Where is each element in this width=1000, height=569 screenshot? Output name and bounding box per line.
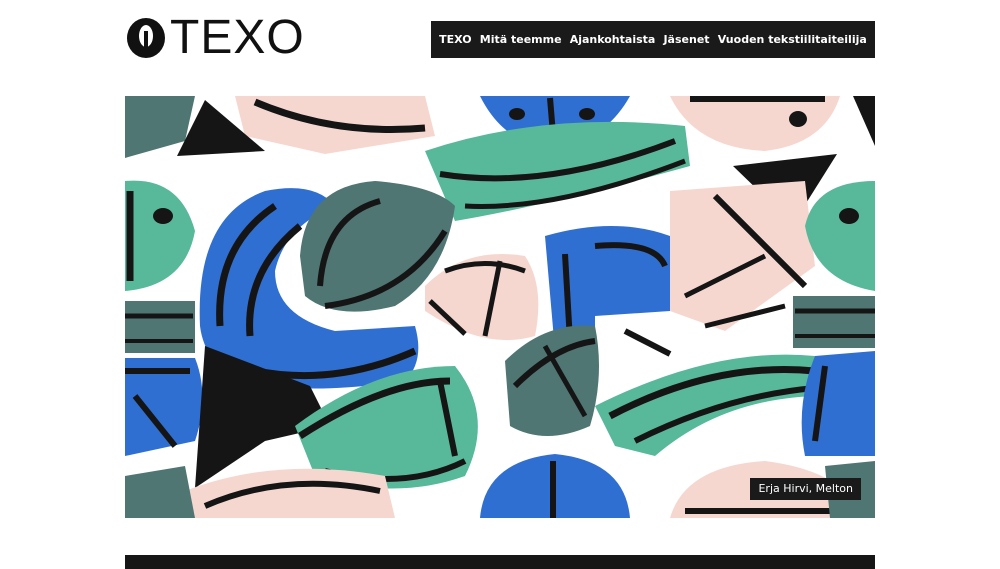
hero-artwork <box>125 96 875 518</box>
image-caption: Erja Hirvi, Melton <box>750 478 861 500</box>
nav-item-mita-teemme[interactable]: Mitä teemme <box>480 33 562 46</box>
main-navigation: TEXO Mitä teemme Ajankohtaista Jäsenet V… <box>431 21 875 58</box>
hero-image: Erja Hirvi, Melton <box>125 96 875 518</box>
texo-logo-mark-icon <box>127 18 165 58</box>
site-logo[interactable]: TEXO <box>126 11 305 64</box>
logo-text: TEXO <box>170 11 305 64</box>
nav-item-vuoden-tekstiilitaiteilija[interactable]: Vuoden tekstiilitaiteilija <box>718 33 867 46</box>
nav-item-jasenet[interactable]: Jäsenet <box>663 33 709 46</box>
nav-item-ajankohtaista[interactable]: Ajankohtaista <box>570 33 656 46</box>
nav-item-texo[interactable]: TEXO <box>439 33 471 46</box>
content-bar <box>125 555 875 569</box>
